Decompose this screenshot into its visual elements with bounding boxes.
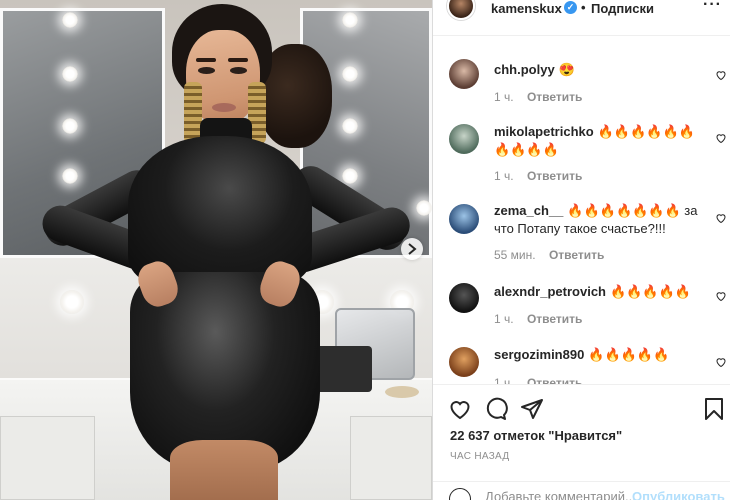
vanity-bulb bbox=[62, 66, 78, 82]
comment-bubble-icon[interactable] bbox=[484, 397, 508, 421]
post-photo[interactable] bbox=[0, 0, 432, 500]
heart-icon[interactable] bbox=[715, 212, 727, 224]
commenter-avatar[interactable] bbox=[449, 347, 479, 377]
reply-button[interactable]: Ответить bbox=[527, 169, 582, 183]
vanity-bulb bbox=[416, 200, 432, 216]
comment-time: 1 ч. bbox=[494, 376, 514, 384]
comments-list[interactable]: chh.polyy 😍 1 ч. Ответить mikolapetrichko… bbox=[433, 36, 730, 384]
heart-icon[interactable] bbox=[448, 397, 472, 421]
commenter-username[interactable]: alexndr_petrovich bbox=[494, 284, 606, 299]
heart-icon[interactable] bbox=[715, 69, 727, 81]
commenter-avatar[interactable] bbox=[449, 204, 479, 234]
heart-icon[interactable] bbox=[715, 132, 727, 144]
desk-drawer bbox=[0, 416, 95, 500]
commenter-avatar[interactable] bbox=[449, 124, 479, 154]
next-photo-button[interactable] bbox=[401, 238, 423, 260]
verified-check-icon: ✓ bbox=[564, 1, 577, 14]
eyebrow bbox=[228, 58, 248, 62]
commenter-avatar[interactable] bbox=[449, 59, 479, 89]
chevron-right-icon bbox=[408, 243, 417, 255]
comment-text-block: chh.polyy 😍 bbox=[494, 61, 706, 79]
reply-button[interactable]: Ответить bbox=[527, 90, 582, 104]
comment-meta: 1 ч. Ответить bbox=[494, 169, 592, 183]
desk-drawer bbox=[350, 416, 432, 500]
comment-text-block: zema_ch__ 🔥🔥🔥🔥🔥🔥🔥 за что Потапу такое сча… bbox=[494, 202, 706, 238]
comment-text-block: mikolapetrichko 🔥🔥🔥🔥🔥🔥🔥🔥🔥🔥 bbox=[494, 123, 706, 159]
vanity-bulb bbox=[342, 168, 358, 184]
comment-text: 🔥🔥🔥🔥🔥 bbox=[610, 284, 691, 299]
eyebrow bbox=[196, 58, 216, 62]
post-actions: 22 637 отметок "Нравится" ЧАС НАЗАД Опуб… bbox=[433, 384, 730, 500]
comment-text: 😍 bbox=[558, 62, 575, 77]
comment-time: 1 ч. bbox=[494, 169, 514, 183]
heart-icon[interactable] bbox=[715, 290, 727, 302]
reply-button[interactable]: Ответить bbox=[527, 376, 582, 384]
comment-meta: 1 ч. Ответить bbox=[494, 312, 592, 326]
eye bbox=[230, 67, 247, 74]
publish-button[interactable]: Опубликовать bbox=[632, 489, 725, 500]
commenter-username[interactable]: zema_ch__ bbox=[494, 203, 563, 218]
author-avatar[interactable] bbox=[447, 0, 475, 20]
comment-time: 55 мин. bbox=[494, 248, 536, 262]
comment-time: 1 ч. bbox=[494, 312, 514, 326]
vanity-bulb bbox=[342, 12, 358, 28]
post-header: kamenskux ✓ • Подписки ··· bbox=[433, 0, 730, 36]
reply-button[interactable]: Ответить bbox=[527, 312, 582, 326]
paper-plane-icon[interactable] bbox=[520, 397, 544, 421]
legs bbox=[170, 440, 278, 500]
comment-meta: 1 ч. Ответить bbox=[494, 376, 592, 384]
heart-icon[interactable] bbox=[715, 356, 727, 368]
comment-time: 1 ч. bbox=[494, 90, 514, 104]
header-separator: • bbox=[581, 0, 586, 15]
comment-meta: 1 ч. Ответить bbox=[494, 90, 592, 104]
post-side-panel: kamenskux ✓ • Подписки ··· chh.polyy 😍 1 … bbox=[432, 0, 730, 500]
eye bbox=[198, 67, 215, 74]
vanity-bulb bbox=[62, 12, 78, 28]
comment-meta: 55 мин. Ответить bbox=[494, 248, 614, 262]
lips bbox=[212, 103, 236, 112]
commenter-username[interactable]: mikolapetrichko bbox=[494, 124, 594, 139]
smiley-icon[interactable] bbox=[449, 488, 471, 500]
post-timestamp[interactable]: ЧАС НАЗАД bbox=[450, 451, 509, 462]
comment-text-block: alexndr_petrovich 🔥🔥🔥🔥🔥 bbox=[494, 283, 706, 301]
vanity-bulb bbox=[342, 118, 358, 134]
commenter-avatar[interactable] bbox=[449, 283, 479, 313]
author-username[interactable]: kamenskux bbox=[491, 1, 562, 16]
likes-count[interactable]: 22 637 отметок "Нравится" bbox=[450, 428, 622, 443]
makeup-case bbox=[312, 346, 372, 392]
commenter-username[interactable]: sergozimin890 bbox=[494, 347, 584, 362]
more-dots-icon[interactable]: ··· bbox=[703, 0, 722, 14]
bookmark-icon[interactable] bbox=[702, 397, 726, 421]
following-button[interactable]: Подписки bbox=[591, 1, 654, 16]
vanity-bulb bbox=[62, 118, 78, 134]
add-comment-row: Опубликовать bbox=[433, 481, 730, 500]
comment-text: 🔥🔥🔥🔥🔥 bbox=[588, 347, 670, 362]
vanity-bulb bbox=[60, 290, 84, 314]
vanity-bulb bbox=[62, 168, 78, 184]
dish bbox=[385, 386, 419, 398]
reply-button[interactable]: Ответить bbox=[549, 248, 604, 262]
vanity-bulb bbox=[342, 66, 358, 82]
commenter-username[interactable]: chh.polyy bbox=[494, 62, 555, 77]
comment-text-block: sergozimin890 🔥🔥🔥🔥🔥 bbox=[494, 346, 706, 364]
comment-input[interactable] bbox=[485, 489, 635, 500]
